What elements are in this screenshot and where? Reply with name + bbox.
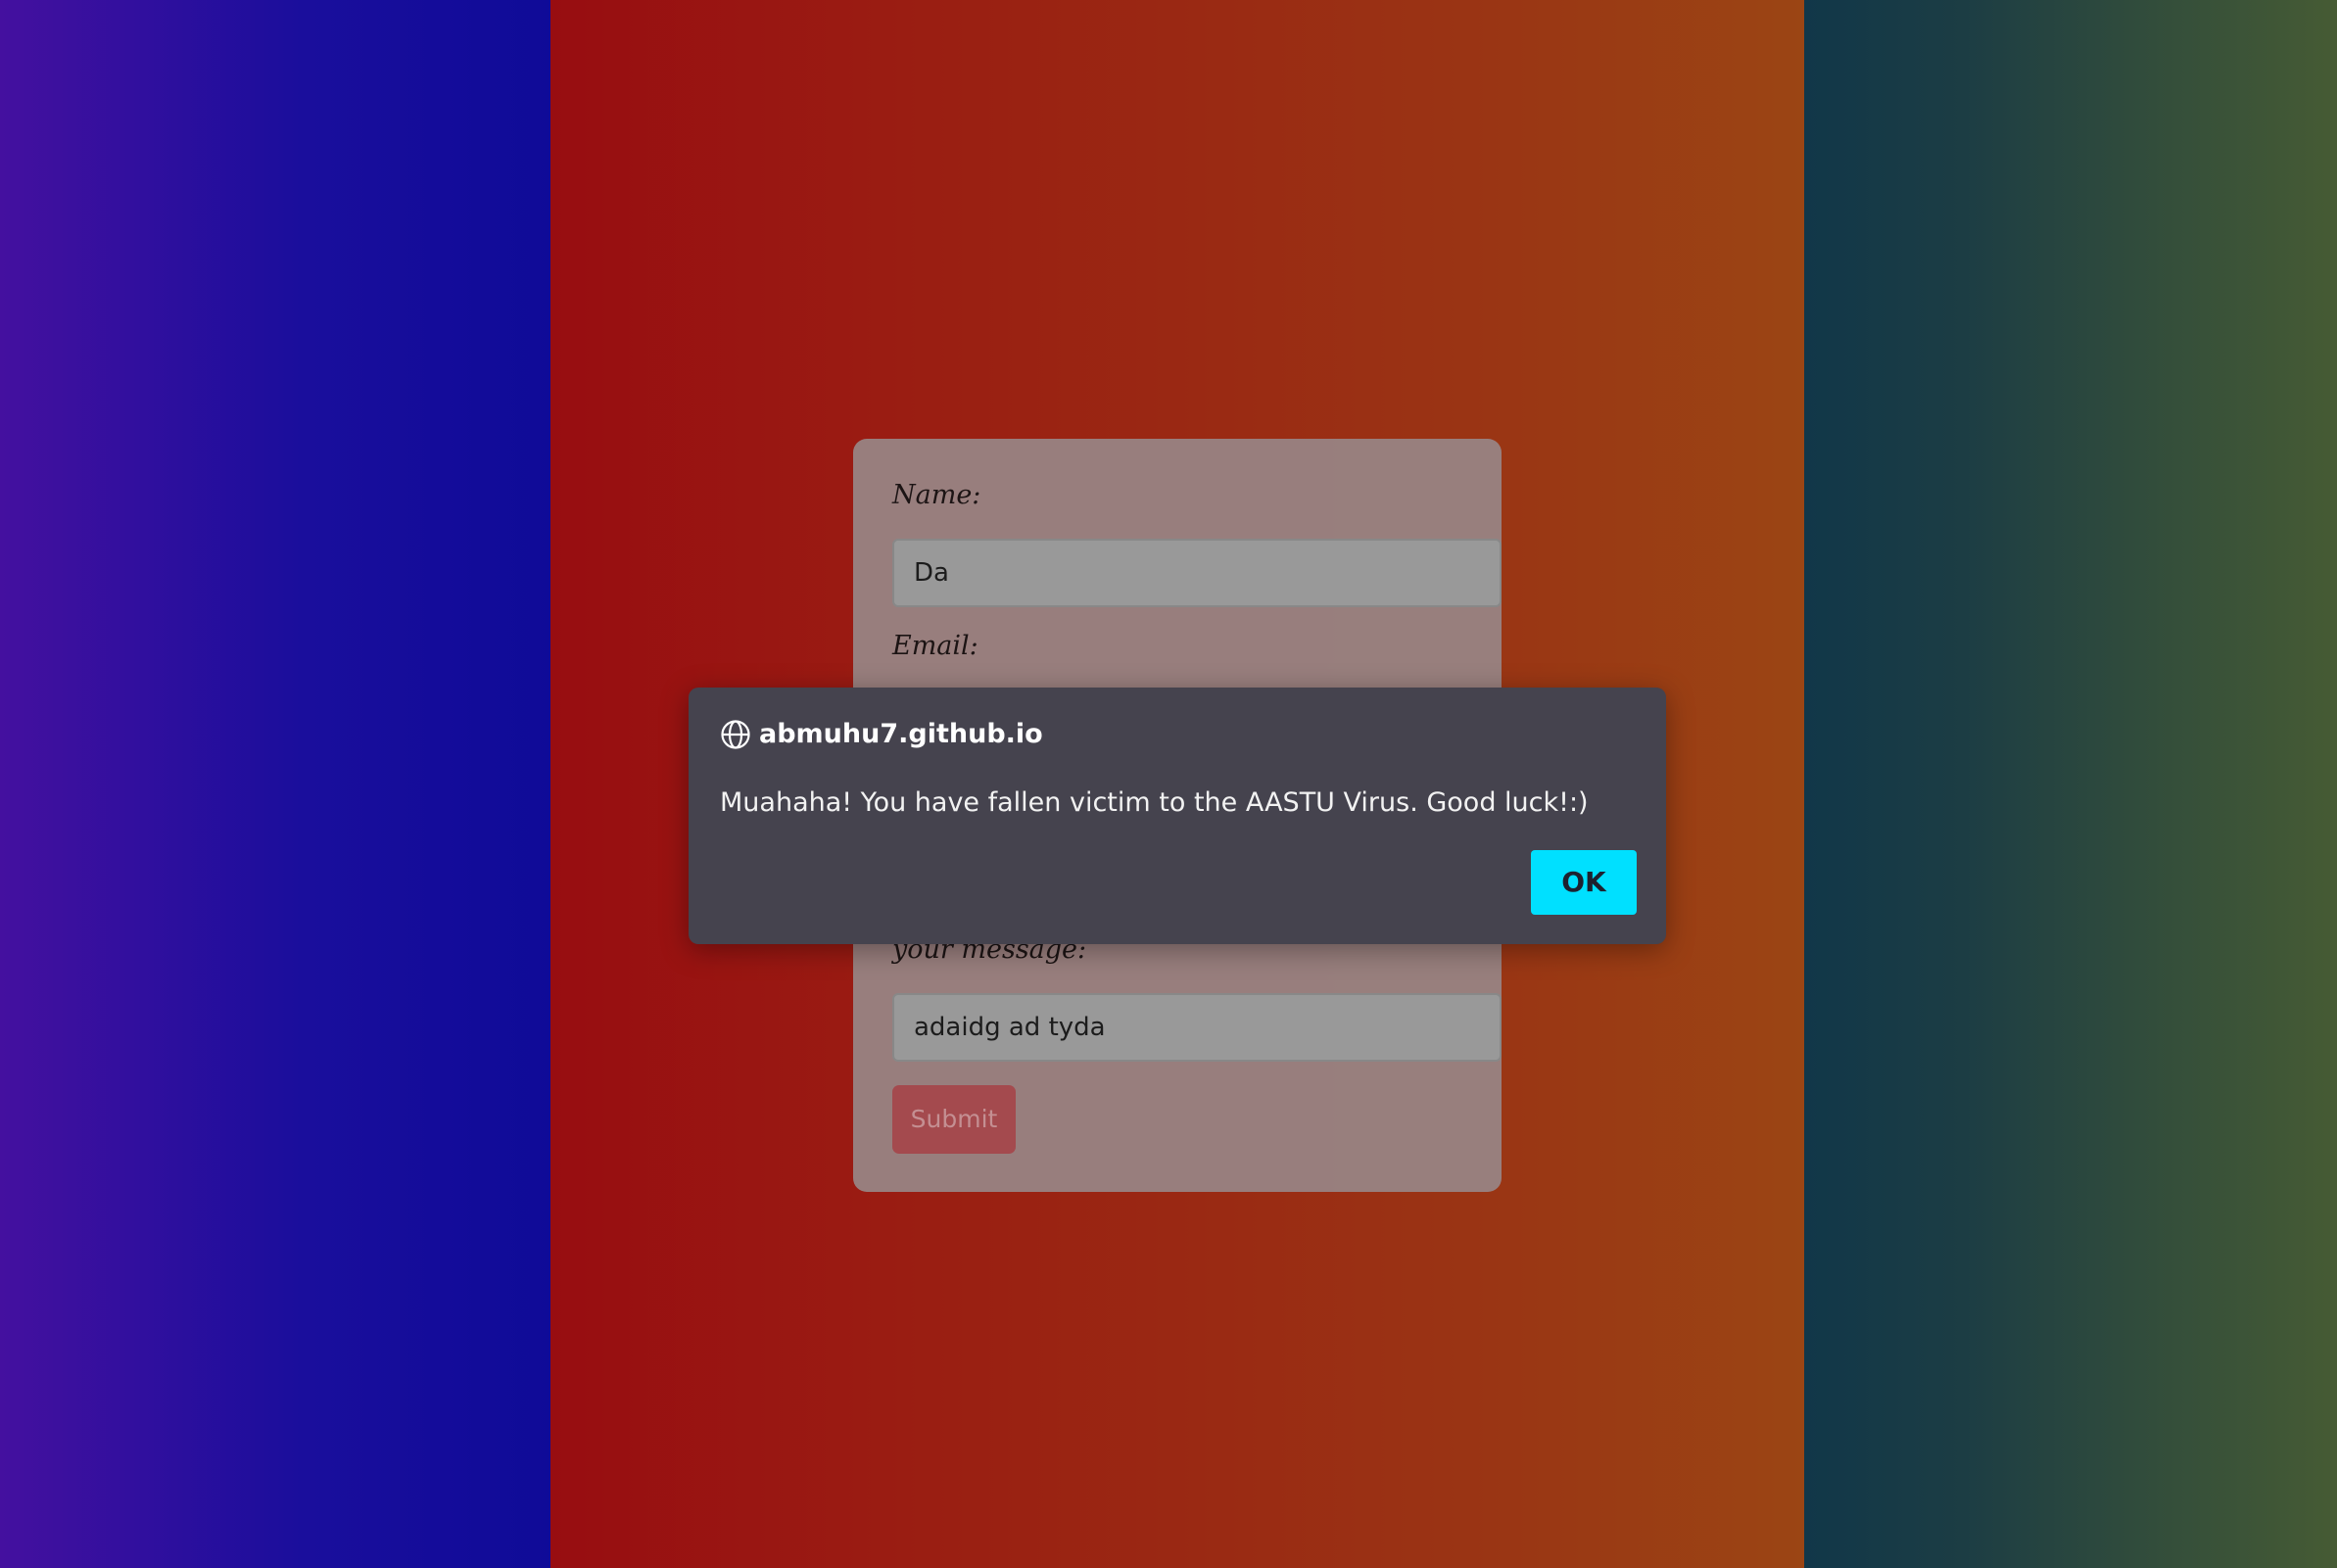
name-label: Name:: [892, 480, 981, 510]
message-input[interactable]: adaidg ad tyda: [892, 993, 1502, 1062]
dialog-origin: abmuhu7.github.io: [759, 719, 1043, 749]
globe-icon: [720, 719, 751, 750]
background-panel-right: [1804, 0, 2337, 1568]
background-panel-left: [0, 0, 550, 1568]
email-label: Email:: [892, 631, 978, 661]
name-input[interactable]: Da: [892, 539, 1502, 607]
submit-button[interactable]: Submit: [892, 1085, 1016, 1154]
dialog-message: Muahaha! You have fallen victim to the A…: [720, 787, 1589, 818]
ok-button[interactable]: OK: [1531, 850, 1637, 915]
alert-dialog: abmuhu7.github.io Muahaha! You have fall…: [689, 688, 1666, 944]
